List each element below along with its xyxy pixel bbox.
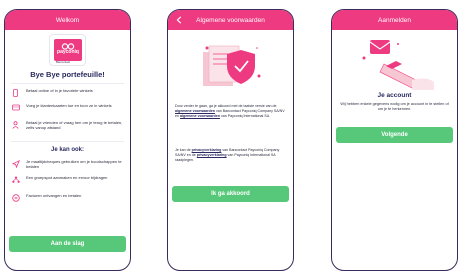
document-icon bbox=[11, 193, 20, 202]
feature-text: Voeg je klantenkaarten toe en toon ze in… bbox=[26, 103, 112, 108]
extra-text: Je maaltijdcheques gebruiken om je boods… bbox=[26, 159, 122, 170]
send-icon bbox=[11, 159, 20, 168]
terms-link[interactable]: algemene voorwaarden bbox=[180, 114, 220, 118]
feature-text: Betaal online of in je favoriete winkels bbox=[26, 88, 93, 93]
terms-link[interactable]: algemene voorwaarden bbox=[175, 109, 215, 113]
welcome-title: Bye Bye portefeuille! bbox=[30, 70, 105, 79]
terms-text: van Payconiq International SA. bbox=[219, 114, 271, 118]
welcome-header: Welkom bbox=[5, 10, 130, 30]
terms-text: Door verder te gaan, ga je akkoord met d… bbox=[175, 104, 277, 108]
login-header: Aanmelden bbox=[332, 10, 457, 30]
person-icon bbox=[11, 120, 20, 129]
shield-document-illustration bbox=[201, 42, 263, 92]
divider bbox=[11, 83, 124, 84]
extra-row: Facturen ontvangen en betalen bbox=[11, 193, 124, 202]
divider bbox=[11, 141, 124, 142]
mail-phone-illustration bbox=[356, 36, 436, 90]
group-icon bbox=[11, 175, 20, 184]
card-icon bbox=[11, 103, 20, 112]
terms-header-title: Algemene voorwaarden bbox=[196, 16, 265, 24]
extra-text: Een groepspot aanmaken en ervoor bijdrag… bbox=[26, 175, 108, 180]
extra-row: Een groepspot aanmaken en ervoor bijdrag… bbox=[11, 175, 124, 184]
terms-screen: Algemene voorwaarden Door verder te gaan… bbox=[167, 9, 294, 271]
next-button[interactable]: Volgende bbox=[336, 127, 453, 143]
logo-mark: payconiq bbox=[54, 39, 82, 61]
phone-icon bbox=[11, 88, 20, 97]
welcome-header-title: Welkom bbox=[55, 16, 80, 24]
login-screen: Aanmelden Je account Wij hebben enkele g… bbox=[331, 9, 458, 271]
privacy-link[interactable]: privacyverklaring bbox=[192, 148, 222, 152]
extra-row: Je maaltijdcheques gebruiken om je boods… bbox=[11, 159, 124, 169]
account-description: Wij hebben enkele gegevens nodig om je a… bbox=[340, 102, 449, 111]
logo-subtext: Bancontact bbox=[56, 60, 70, 64]
back-arrow-icon[interactable] bbox=[173, 14, 185, 26]
privacy-text: Je kan de bbox=[175, 148, 192, 152]
start-button[interactable]: Aan de slag bbox=[9, 236, 126, 252]
welcome-subtitle: Je kan ook: bbox=[50, 147, 84, 153]
login-header-title: Aanmelden bbox=[378, 16, 411, 24]
feature-text: Betaal je vrienden of vraag hen om je te… bbox=[26, 120, 123, 131]
privacy-paragraph: Je kan de privacyverklaring van Banconta… bbox=[175, 148, 286, 163]
feature-row: Betaal online of in je favoriete winkels bbox=[11, 88, 124, 97]
welcome-screen: Welkom payconiq Bancontact Bye Bye porte… bbox=[4, 9, 131, 271]
privacy-link[interactable]: privacyverklaring bbox=[197, 153, 227, 157]
extra-text: Facturen ontvangen en betalen bbox=[26, 193, 82, 198]
feature-row: Betaal je vrienden of vraag hen om je te… bbox=[11, 120, 124, 130]
accept-button[interactable]: Ik ga akkoord bbox=[172, 186, 289, 202]
terms-header: Algemene voorwaarden bbox=[168, 10, 293, 30]
logo-text: payconiq bbox=[57, 49, 79, 55]
payconiq-logo: payconiq Bancontact bbox=[49, 34, 86, 66]
account-title: Je account bbox=[377, 92, 412, 99]
feature-row: Voeg je klantenkaarten toe en toon ze in… bbox=[11, 103, 124, 112]
terms-paragraph: Door verder te gaan, ga je akkoord met d… bbox=[175, 104, 286, 119]
